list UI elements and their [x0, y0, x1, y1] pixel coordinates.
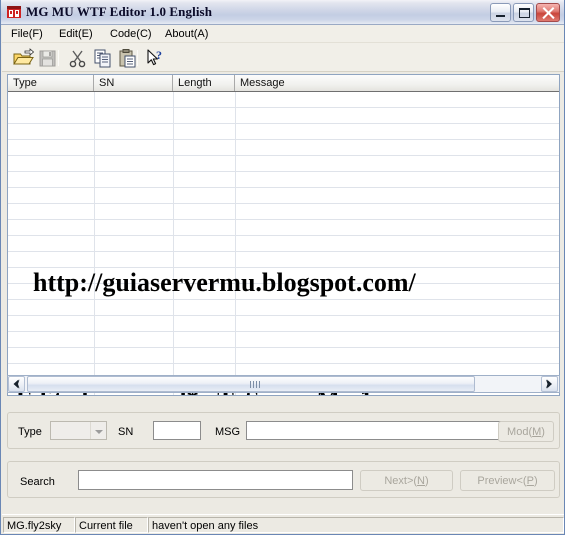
paste-icon [119, 49, 136, 68]
copy-button[interactable] [91, 47, 114, 69]
paste-button[interactable] [116, 47, 139, 69]
status-app: MG.fly2sky [3, 517, 75, 533]
preview-button-prefix: Preview<( [477, 475, 527, 487]
table-row[interactable] [8, 172, 559, 188]
menu-file[interactable]: File(F) [6, 27, 48, 42]
table-row[interactable] [8, 92, 559, 108]
table-row[interactable] [8, 252, 559, 268]
preview-button-mnemonic: P [526, 475, 534, 487]
maximize-button[interactable] [513, 3, 534, 22]
mod-button-suffix: ) [541, 426, 545, 438]
table-row[interactable] [8, 236, 559, 252]
cut-icon [69, 50, 86, 68]
next-button-mnemonic: N [417, 475, 425, 487]
table-row[interactable] [8, 220, 559, 236]
title-bar: MG MU WTF Editor 1.0 English [1, 0, 564, 25]
window-title: MG MU WTF Editor 1.0 English [26, 4, 213, 19]
status-file-state: haven't open any files [148, 517, 564, 533]
status-label-current-file: Current file [75, 517, 148, 533]
copy-icon [94, 49, 111, 68]
table-row[interactable] [8, 348, 559, 364]
toolbar: ? [2, 43, 564, 72]
grid-column-header-sn[interactable]: SN [94, 75, 173, 91]
save-button[interactable] [36, 47, 59, 69]
table-row[interactable] [8, 140, 559, 156]
save-icon [39, 50, 56, 67]
menu-code[interactable]: Code(C) [105, 27, 157, 42]
sn-input[interactable] [153, 421, 201, 440]
maximize-icon [519, 8, 530, 18]
minimize-icon [496, 15, 505, 17]
next-button-suffix: ) [425, 475, 429, 487]
next-button-prefix: Next>( [384, 475, 418, 487]
mod-button-mnemonic: M [532, 426, 542, 438]
table-row[interactable] [8, 204, 559, 220]
help-button[interactable]: ? [143, 47, 166, 69]
table-row[interactable] [8, 332, 559, 348]
svg-text:?: ? [156, 48, 162, 62]
mod-button-prefix: Mod( [507, 426, 533, 438]
minimize-button[interactable] [490, 3, 511, 22]
grid-column-header-length[interactable]: Length [173, 75, 235, 91]
help-cursor-icon: ? [147, 48, 162, 66]
table-row[interactable] [8, 108, 559, 124]
search-label: Search [20, 476, 55, 488]
table-row[interactable] [8, 316, 559, 332]
msg-input[interactable] [246, 421, 521, 440]
cut-button[interactable] [66, 47, 89, 69]
grid-header-row: Type SN Length Message [8, 75, 559, 92]
search-input[interactable] [78, 470, 353, 490]
toolbar-separator-2 [137, 50, 138, 66]
message-grid[interactable]: Type SN Length Message http://guiaserver… [7, 74, 560, 396]
search-panel: Search Next>(N) Preview<(P) [7, 461, 560, 498]
sn-label: SN [118, 426, 134, 438]
scrollbar-grip [253, 381, 254, 388]
scrollbar-grip [256, 381, 257, 388]
grid-horizontal-scrollbar[interactable] [7, 375, 560, 393]
next-button[interactable]: Next>(N) [360, 470, 453, 491]
watermark-url: http://guiaservermu.blogspot.com/ [33, 268, 416, 297]
mod-button[interactable]: Mod(M) [498, 421, 554, 442]
application-window: MG MU WTF Editor 1.0 English File(F) Edi… [0, 0, 565, 535]
scrollbar-thumb[interactable] [27, 376, 475, 392]
chevron-down-glyph [95, 430, 103, 434]
table-row[interactable] [8, 300, 559, 316]
menu-edit[interactable]: Edit(E) [54, 27, 98, 42]
table-row[interactable] [8, 156, 559, 172]
app-icon [6, 4, 22, 20]
type-dropdown[interactable] [50, 421, 107, 440]
grid-column-header-type[interactable]: Type [8, 75, 94, 91]
toolbar-separator-1 [58, 50, 59, 66]
grid-body[interactable]: http://guiaservermu.blogspot.com/ Editad… [8, 92, 559, 395]
grid-rows [8, 92, 559, 395]
preview-button[interactable]: Preview<(P) [460, 470, 555, 491]
menu-about[interactable]: About(A) [160, 27, 213, 42]
table-row[interactable] [8, 188, 559, 204]
msg-label: MSG [215, 426, 241, 438]
grid-column-header-message[interactable]: Message [235, 75, 559, 91]
chevron-down-icon[interactable] [90, 422, 106, 439]
edit-panel: Type SN MSG Mod(M) [7, 412, 560, 449]
table-row[interactable] [8, 124, 559, 140]
close-button[interactable] [536, 3, 560, 22]
scroll-left-arrow-icon[interactable] [8, 376, 25, 392]
scrollbar-grip [250, 381, 251, 388]
scroll-right-arrow-icon[interactable] [541, 376, 558, 392]
open-button[interactable] [11, 47, 35, 69]
type-label: Type [18, 426, 42, 438]
preview-button-suffix: ) [533, 475, 538, 487]
open-icon [13, 48, 35, 65]
status-bar: MG.fly2sky Current file haven't open any… [2, 514, 564, 534]
scrollbar-grip [259, 381, 260, 388]
menu-bar: File(F) Edit(E) Code(C) About(A) [2, 25, 564, 43]
